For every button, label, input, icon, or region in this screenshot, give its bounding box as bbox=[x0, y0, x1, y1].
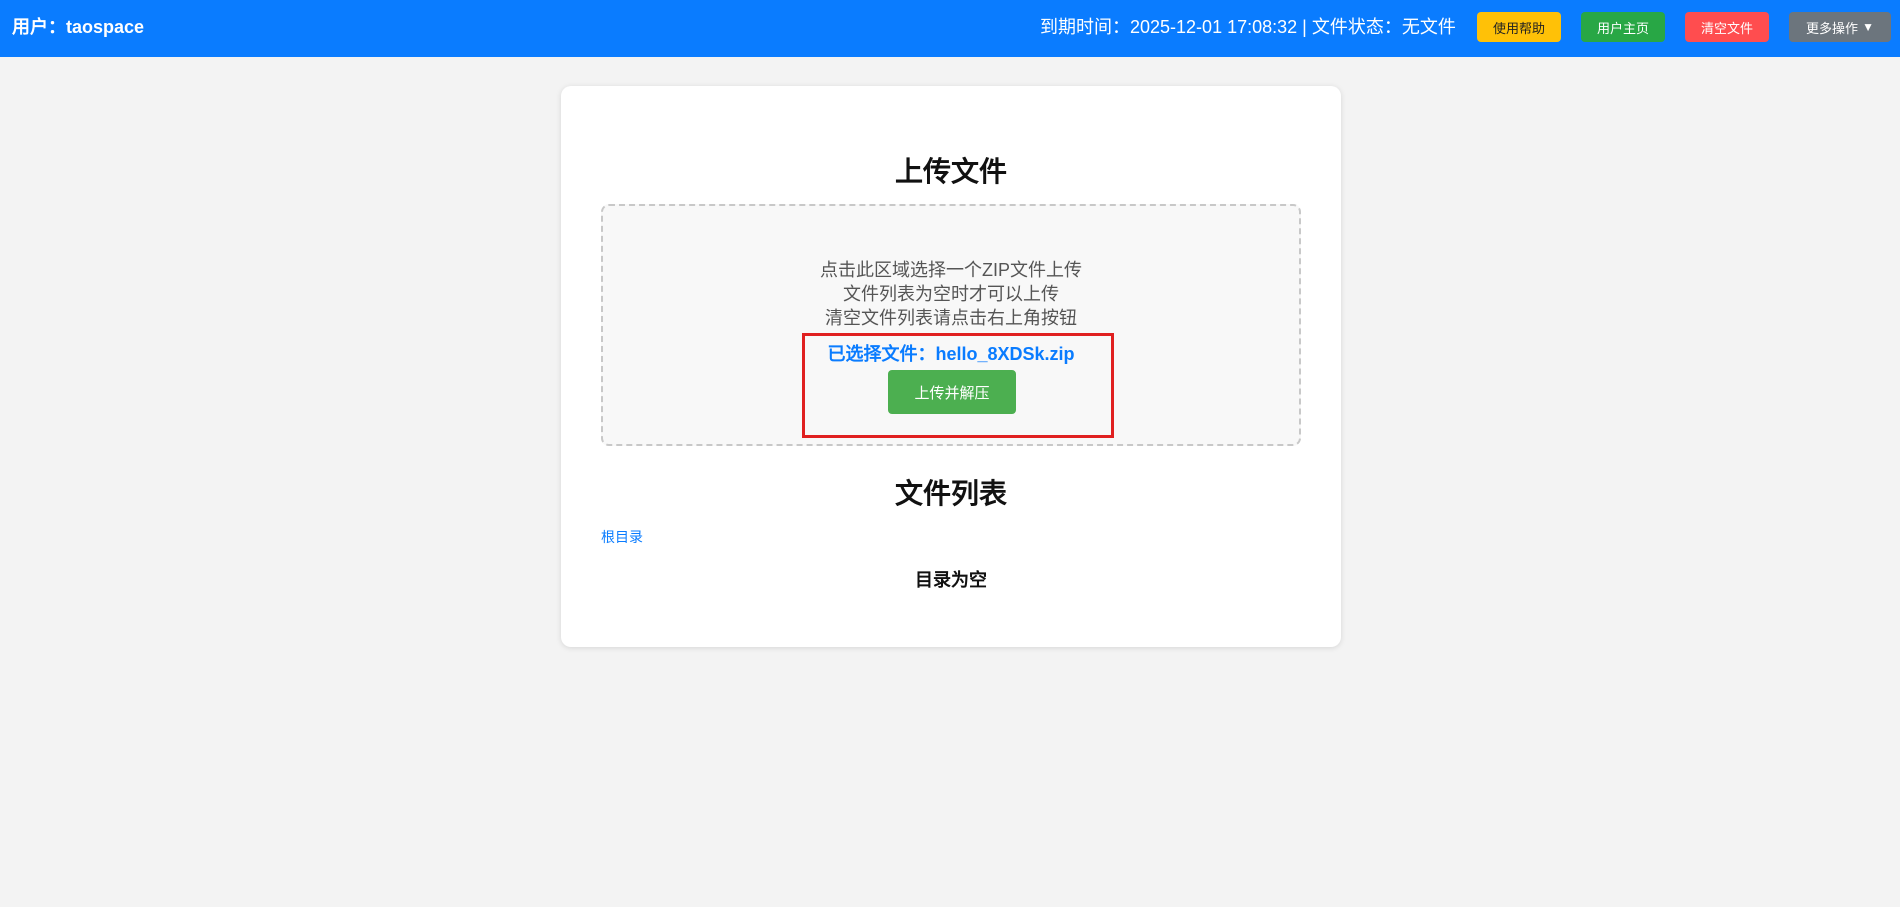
upload-extract-button[interactable]: 上传并解压 bbox=[888, 370, 1016, 414]
caret-down-icon: ▼ bbox=[1862, 20, 1874, 34]
top-bar: 用户：taospace 到期时间：2025-12-01 17:08:32 | 文… bbox=[0, 0, 1900, 57]
breadcrumb-root[interactable]: 根目录 bbox=[601, 527, 643, 547]
clear-files-button[interactable]: 清空文件 bbox=[1685, 12, 1769, 42]
upload-hint: 文件列表为空时才可以上传 bbox=[843, 284, 1059, 304]
upload-hint: 点击此区域选择一个ZIP文件上传 bbox=[819, 260, 1082, 280]
upload-hint: 清空文件列表请点击右上角按钮 bbox=[825, 308, 1077, 328]
status-text: 到期时间：2025-12-01 17:08:32 | 文件状态：无文件 bbox=[1040, 17, 1456, 37]
upload-title: 上传文件 bbox=[894, 156, 1007, 187]
file-list-title: 文件列表 bbox=[894, 478, 1007, 509]
more-actions-label: 更多操作 bbox=[1806, 20, 1859, 36]
user-home-button[interactable]: 用户主页 bbox=[1581, 12, 1665, 42]
empty-directory-message: 目录为空 bbox=[915, 570, 987, 590]
help-button[interactable]: 使用帮助 bbox=[1477, 12, 1561, 42]
main-card: 上传文件 点击此区域选择一个ZIP文件上传 文件列表为空时才可以上传 清空文件列… bbox=[561, 86, 1341, 647]
selected-file-label: 已选择文件：hello_8XDSk.zip bbox=[827, 344, 1075, 364]
more-actions-button[interactable]: 更多操作 ▼ bbox=[1789, 12, 1891, 42]
user-label: 用户：taospace bbox=[12, 17, 145, 37]
upload-dropzone[interactable]: 点击此区域选择一个ZIP文件上传 文件列表为空时才可以上传 清空文件列表请点击右… bbox=[601, 204, 1301, 446]
